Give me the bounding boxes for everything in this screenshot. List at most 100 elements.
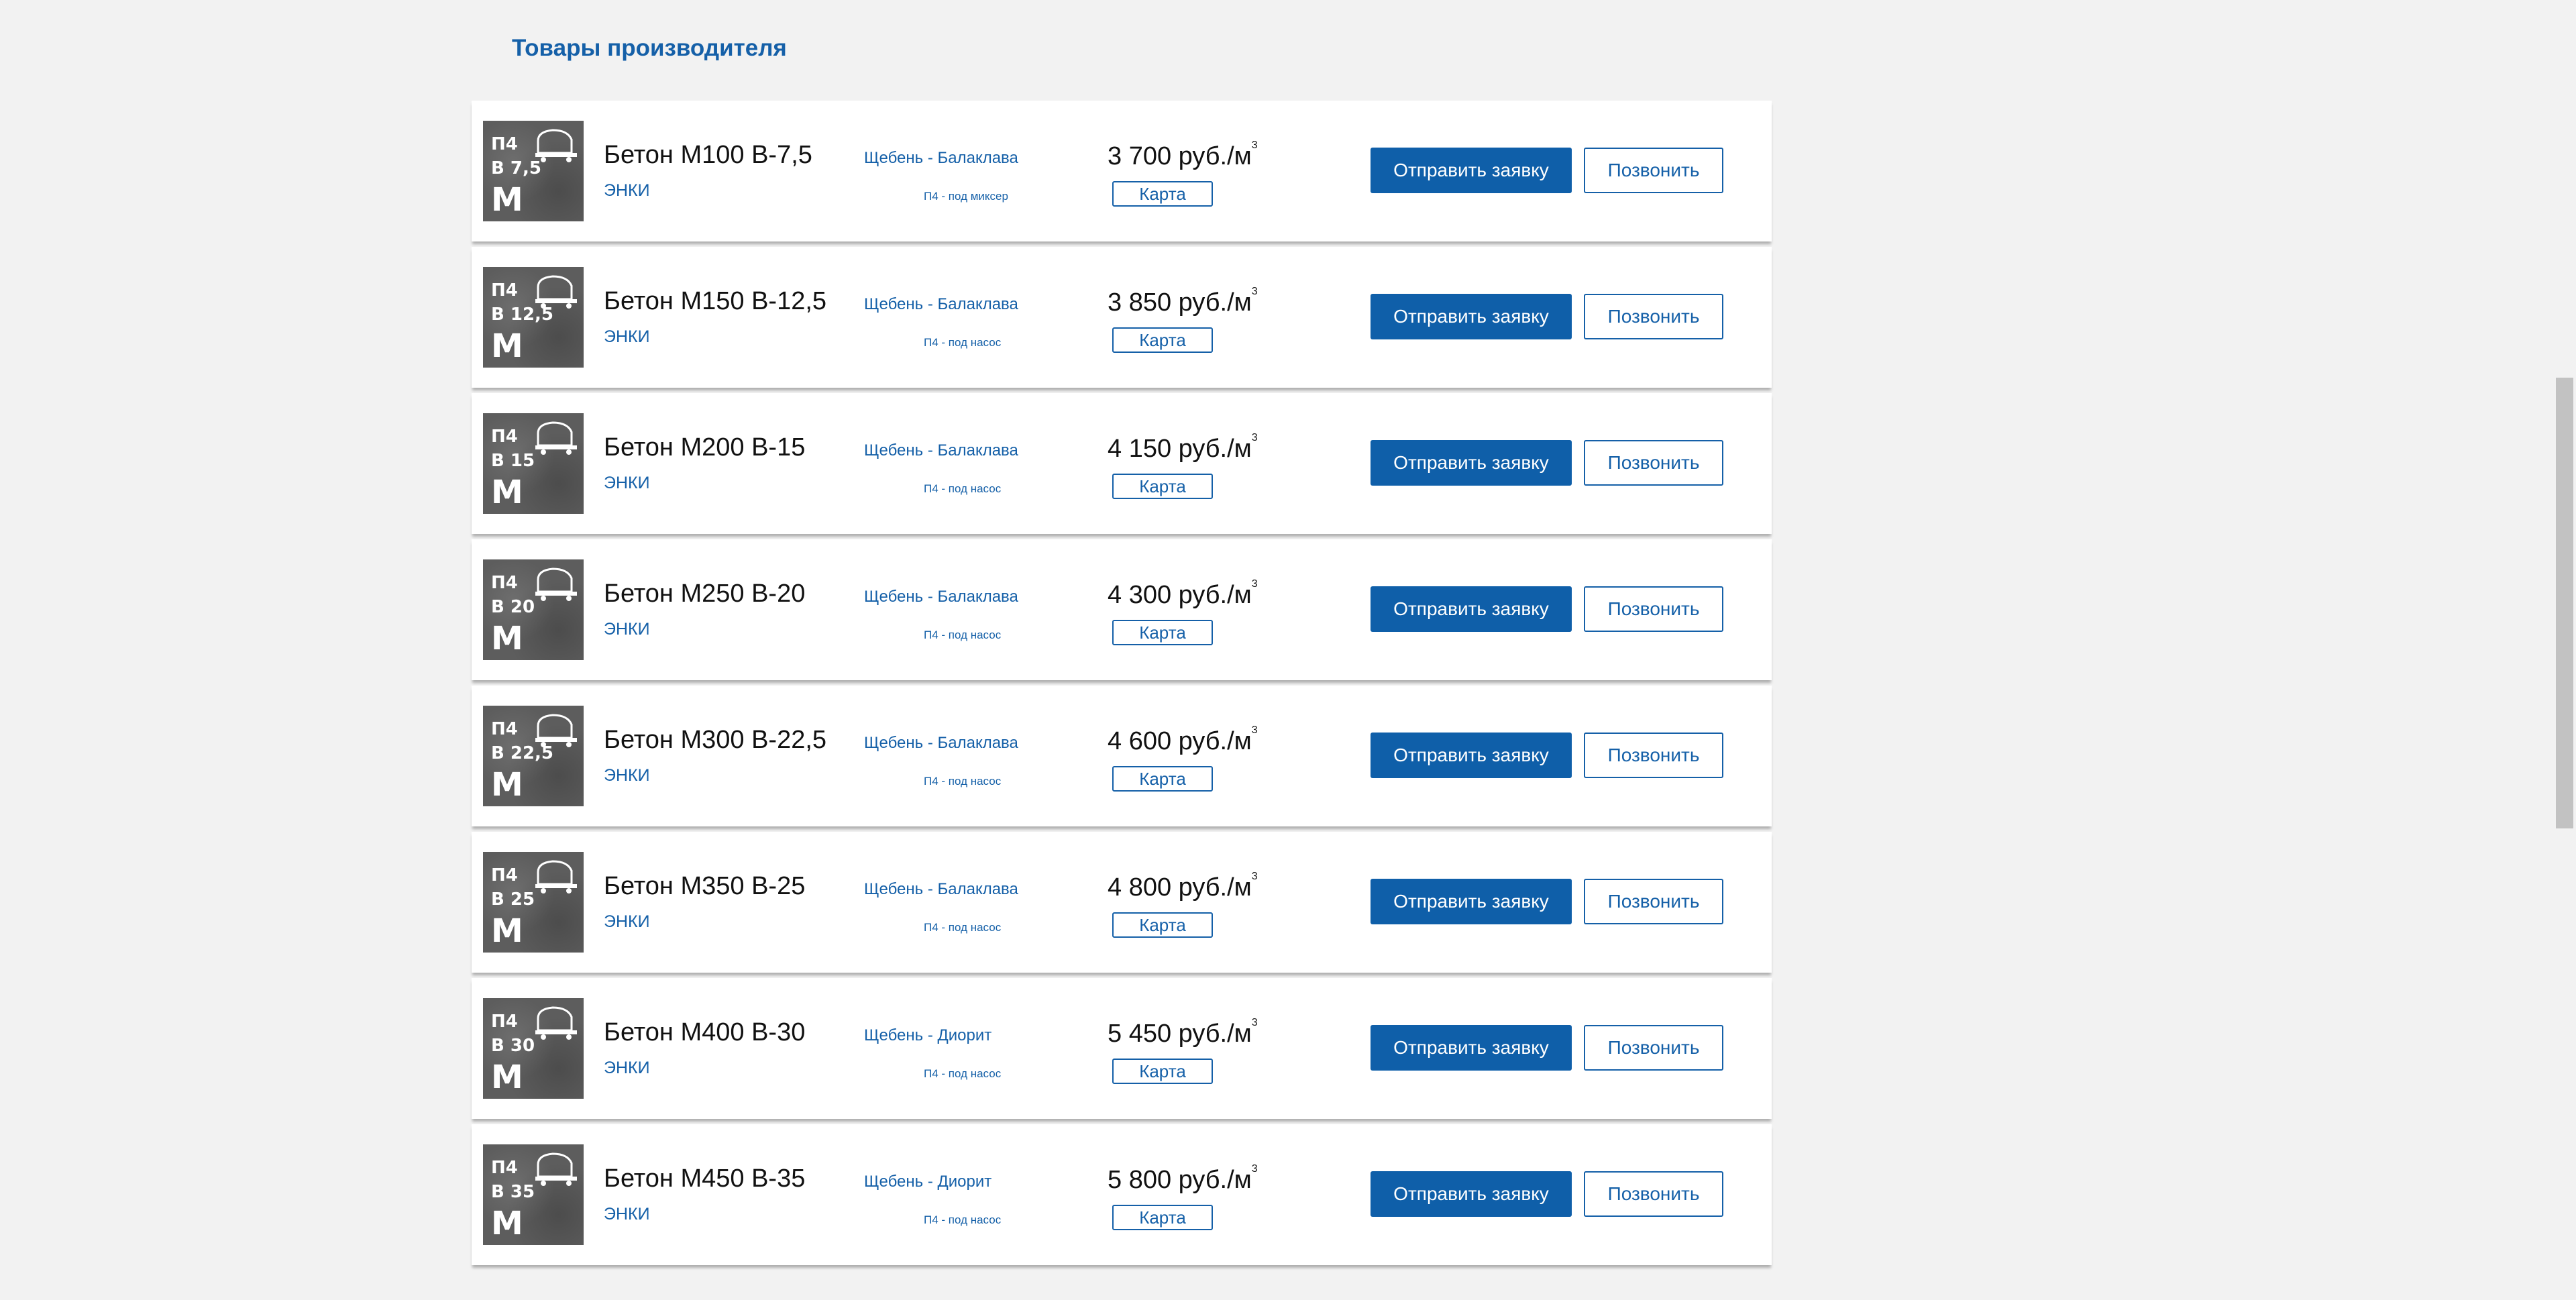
delivery-type[interactable]: П4 - под насос bbox=[924, 482, 1001, 496]
product-name[interactable]: Бетон М300 В-22,5 bbox=[604, 726, 826, 755]
map-button[interactable]: Карта bbox=[1112, 1205, 1213, 1230]
image-caption-line1: П4 bbox=[491, 865, 518, 885]
map-button[interactable]: Карта bbox=[1112, 1059, 1213, 1084]
delivery-type[interactable]: П4 - под насос bbox=[924, 775, 1001, 788]
send-request-button[interactable]: Отправить заявку bbox=[1371, 148, 1572, 193]
image-caption-line2: В 12,5 bbox=[491, 305, 554, 325]
call-button[interactable]: Позвонить bbox=[1584, 586, 1723, 632]
delivery-type[interactable]: П4 - под насос bbox=[924, 1213, 1001, 1227]
map-button[interactable]: Карта bbox=[1112, 912, 1213, 938]
product-card: П4 В 20 М 250 Бетон М250 В-20 ЭНКИ Щебен… bbox=[472, 539, 1772, 680]
map-button[interactable]: Карта bbox=[1112, 620, 1213, 645]
send-request-button[interactable]: Отправить заявку bbox=[1371, 879, 1572, 924]
image-caption-line2: В 20 bbox=[491, 597, 535, 617]
image-caption-line1: П4 bbox=[491, 427, 518, 447]
price: 3 850 руб./м3 bbox=[1108, 286, 1258, 317]
image-caption-line3: М 200 bbox=[491, 474, 559, 514]
product-name[interactable]: Бетон М400 В-30 bbox=[604, 1018, 805, 1047]
product-image[interactable]: П4 В 25 М 350 bbox=[483, 852, 584, 953]
manufacturer-link[interactable]: ЭНКИ bbox=[604, 327, 650, 347]
product-name[interactable]: Бетон М100 В-7,5 bbox=[604, 141, 812, 170]
mixer-truck-icon bbox=[535, 421, 577, 455]
product-image[interactable]: П4 В 22,5 М 300 bbox=[483, 706, 584, 806]
manufacturer-link[interactable]: ЭНКИ bbox=[604, 474, 650, 493]
manufacturer-link[interactable]: ЭНКИ bbox=[604, 1205, 650, 1224]
product-image[interactable]: П4 В 7,5 М 100 bbox=[483, 121, 584, 221]
manufacturer-link[interactable]: ЭНКИ bbox=[604, 766, 650, 786]
map-button[interactable]: Карта bbox=[1112, 766, 1213, 792]
product-image[interactable]: П4 В 20 М 250 bbox=[483, 559, 584, 660]
gravel-type[interactable]: Щебень - Балаклава bbox=[864, 295, 1018, 314]
delivery-type[interactable]: П4 - под насос bbox=[924, 336, 1001, 349]
send-request-button[interactable]: Отправить заявку bbox=[1371, 586, 1572, 632]
unit-superscript: 3 bbox=[1251, 286, 1258, 297]
map-button[interactable]: Карта bbox=[1112, 474, 1213, 499]
manufacturer-link[interactable]: ЭНКИ bbox=[604, 912, 650, 932]
image-caption-line3: М 350 bbox=[491, 912, 559, 953]
send-request-button[interactable]: Отправить заявку bbox=[1371, 733, 1572, 778]
product-name[interactable]: Бетон М350 В-25 bbox=[604, 872, 805, 901]
call-button[interactable]: Позвонить bbox=[1584, 733, 1723, 778]
product-card: П4 В 15 М 200 Бетон М200 В-15 ЭНКИ Щебен… bbox=[472, 393, 1772, 534]
image-caption-line2: В 25 bbox=[491, 889, 535, 910]
product-image[interactable]: П4 В 12,5 М 150 bbox=[483, 267, 584, 368]
scrollbar[interactable] bbox=[2553, 0, 2576, 1300]
call-button[interactable]: Позвонить bbox=[1584, 879, 1723, 924]
map-button[interactable]: Карта bbox=[1112, 327, 1213, 353]
map-button[interactable]: Карта bbox=[1112, 181, 1213, 207]
mixer-truck-icon bbox=[535, 1006, 577, 1040]
price-value: 5 450 руб./м bbox=[1108, 1020, 1252, 1048]
unit-superscript: 3 bbox=[1251, 578, 1258, 590]
delivery-type[interactable]: П4 - под насос bbox=[924, 629, 1001, 642]
gravel-type[interactable]: Щебень - Балаклава bbox=[864, 588, 1018, 606]
call-button[interactable]: Позвонить bbox=[1584, 1171, 1723, 1217]
call-button[interactable]: Позвонить bbox=[1584, 1025, 1723, 1071]
image-caption-line2: В 7,5 bbox=[491, 158, 541, 178]
product-card: П4 В 30 М 400 Бетон М400 В-30 ЭНКИ Щебен… bbox=[472, 978, 1772, 1119]
product-image[interactable]: П4 В 35 М 450 bbox=[483, 1144, 584, 1245]
product-name[interactable]: Бетон М150 В-12,5 bbox=[604, 287, 826, 316]
product-name[interactable]: Бетон М250 В-20 bbox=[604, 580, 805, 608]
gravel-type[interactable]: Щебень - Балаклава bbox=[864, 149, 1018, 168]
mixer-truck-icon bbox=[535, 567, 577, 601]
unit-superscript: 3 bbox=[1251, 140, 1258, 151]
gravel-type[interactable]: Щебень - Балаклава bbox=[864, 880, 1018, 899]
gravel-type[interactable]: Щебень - Диорит bbox=[864, 1173, 991, 1191]
mixer-truck-icon bbox=[535, 1152, 577, 1186]
product-name[interactable]: Бетон М200 В-15 bbox=[604, 433, 805, 462]
gravel-type[interactable]: Щебень - Балаклава bbox=[864, 734, 1018, 753]
delivery-type[interactable]: П4 - под миксер bbox=[924, 190, 1008, 203]
price: 3 700 руб./м3 bbox=[1108, 140, 1258, 171]
product-card: П4 В 35 М 450 Бетон М450 В-35 ЭНКИ Щебен… bbox=[472, 1124, 1772, 1265]
price-value: 5 800 руб./м bbox=[1108, 1166, 1252, 1194]
send-request-button[interactable]: Отправить заявку bbox=[1371, 1025, 1572, 1071]
call-button[interactable]: Позвонить bbox=[1584, 148, 1723, 193]
gravel-type[interactable]: Щебень - Балаклава bbox=[864, 441, 1018, 460]
image-caption-line2: В 30 bbox=[491, 1036, 535, 1056]
gravel-type[interactable]: Щебень - Диорит bbox=[864, 1026, 991, 1045]
send-request-button[interactable]: Отправить заявку bbox=[1371, 1171, 1572, 1217]
product-image[interactable]: П4 В 30 М 400 bbox=[483, 998, 584, 1099]
product-name[interactable]: Бетон М450 В-35 bbox=[604, 1164, 805, 1193]
price-value: 4 150 руб./м bbox=[1108, 435, 1252, 463]
delivery-type[interactable]: П4 - под насос bbox=[924, 1067, 1001, 1081]
delivery-type[interactable]: П4 - под насос bbox=[924, 921, 1001, 934]
manufacturer-link[interactable]: ЭНКИ bbox=[604, 1059, 650, 1078]
product-list: П4 В 7,5 М 100 Бетон М100 В-7,5 ЭНКИ Щеб… bbox=[472, 101, 1772, 1270]
call-button[interactable]: Позвонить bbox=[1584, 294, 1723, 339]
unit-superscript: 3 bbox=[1251, 724, 1258, 736]
product-image[interactable]: П4 В 15 М 200 bbox=[483, 413, 584, 514]
manufacturer-link[interactable]: ЭНКИ bbox=[604, 620, 650, 639]
image-caption-line2: В 35 bbox=[491, 1182, 535, 1202]
send-request-button[interactable]: Отправить заявку bbox=[1371, 440, 1572, 486]
product-card: П4 В 25 М 350 Бетон М350 В-25 ЭНКИ Щебен… bbox=[472, 832, 1772, 973]
image-caption-line1: П4 bbox=[491, 134, 518, 154]
image-caption-line1: П4 bbox=[491, 1012, 518, 1032]
price: 4 300 руб./м3 bbox=[1108, 578, 1258, 610]
image-caption-line2: В 15 bbox=[491, 451, 535, 471]
price-value: 3 850 руб./м bbox=[1108, 288, 1252, 317]
send-request-button[interactable]: Отправить заявку bbox=[1371, 294, 1572, 339]
scrollbar-thumb[interactable] bbox=[2556, 378, 2573, 828]
call-button[interactable]: Позвонить bbox=[1584, 440, 1723, 486]
manufacturer-link[interactable]: ЭНКИ bbox=[604, 181, 650, 201]
